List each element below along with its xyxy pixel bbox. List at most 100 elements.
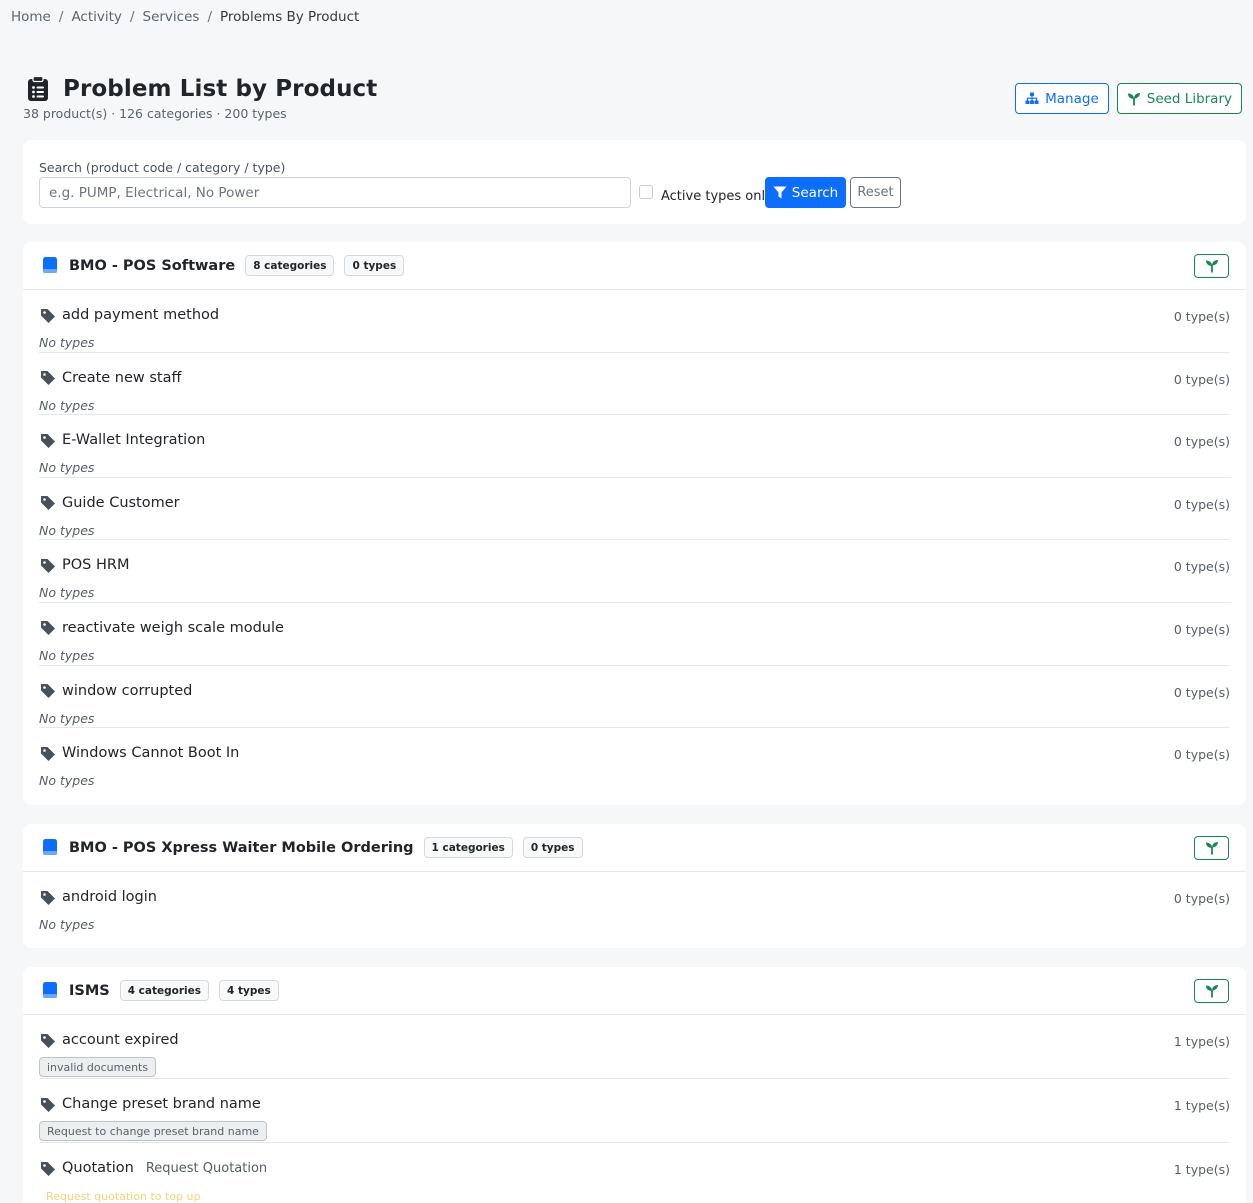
type-pill[interactable]: invalid documents xyxy=(39,1057,157,1077)
breadcrumb-separator: / xyxy=(129,9,135,25)
type-pill[interactable]: Request quotation to top up xyxy=(39,1186,208,1203)
product-name: BMO - POS Software xyxy=(69,257,236,274)
no-types-text: No types xyxy=(39,647,95,663)
breadcrumb: Home / Activity / Services / Problems By… xyxy=(11,9,359,25)
no-types-text: No types xyxy=(39,773,95,789)
tag-icon xyxy=(41,496,55,511)
category-item: Quotation Request Quotation 1 type(s) Re… xyxy=(39,1143,1230,1203)
product-seed-button[interactable] xyxy=(1194,979,1229,1003)
page-header: Problem List by Product 38 product(s) · … xyxy=(23,76,1242,121)
tag-icon xyxy=(41,371,55,386)
no-types-text: No types xyxy=(39,460,95,476)
no-types-text: No types xyxy=(39,522,95,538)
category-type-count: 0 type(s) xyxy=(1173,621,1230,637)
category-description: Request Quotation xyxy=(145,1160,268,1176)
category-item: Windows Cannot Boot In 0 type(s) No type… xyxy=(39,728,1230,791)
manage-button-label: Manage xyxy=(1045,90,1099,107)
tag-icon xyxy=(41,1097,55,1112)
category-name: account expired xyxy=(62,1032,179,1048)
tag-icon xyxy=(41,684,55,699)
book-icon xyxy=(43,981,57,998)
breadcrumb-services[interactable]: Services xyxy=(143,9,200,25)
category-item: Change preset brand name 1 type(s) Reque… xyxy=(39,1079,1230,1143)
category-item: Create new staff 0 type(s) No types xyxy=(39,353,1230,416)
product-header: BMO - POS Xpress Waiter Mobile Ordering … xyxy=(23,824,1246,872)
category-type-count: 0 type(s) xyxy=(1173,891,1230,906)
types-badge: 0 types xyxy=(344,255,405,276)
seedling-icon xyxy=(1205,260,1218,273)
category-type-count: 0 type(s) xyxy=(1173,684,1230,700)
sitemap-icon xyxy=(1025,92,1039,104)
category-item: Guide Customer 0 type(s) No types xyxy=(39,478,1230,541)
page-title: Problem List by Product xyxy=(63,76,378,102)
search-label: Search (product code / category / type) xyxy=(39,160,286,175)
active-types-filter[interactable]: Active types only xyxy=(639,184,773,204)
product-seed-button[interactable] xyxy=(1194,254,1229,278)
category-name: reactivate weigh scale module xyxy=(62,619,284,636)
breadcrumb-separator: / xyxy=(207,9,212,25)
category-item: E-Wallet Integration 0 type(s) No types xyxy=(39,415,1230,478)
search-panel: Search (product code / category / type) … xyxy=(23,140,1246,224)
seed-library-button[interactable]: Seed Library xyxy=(1116,83,1242,114)
category-name: Guide Customer xyxy=(62,494,180,511)
product-header: ISMS 4 categories 4 types xyxy=(23,967,1246,1015)
category-type-count: 0 type(s) xyxy=(1173,434,1230,450)
category-name: POS HRM xyxy=(62,557,130,574)
category-list: android login 0 type(s) No types xyxy=(23,872,1246,935)
product-name: ISMS xyxy=(69,982,110,999)
category-type-count: 0 type(s) xyxy=(1173,496,1230,512)
book-icon xyxy=(43,838,57,855)
product-card: BMO - POS Xpress Waiter Mobile Ordering … xyxy=(23,824,1246,948)
type-pill[interactable]: Request to change preset brand name xyxy=(39,1121,267,1141)
category-list: add payment method 0 type(s) No types Cr… xyxy=(23,290,1246,791)
manage-button[interactable]: Manage xyxy=(1015,83,1109,114)
breadcrumb-home[interactable]: Home xyxy=(11,9,51,25)
category-item: POS HRM 0 type(s) No types xyxy=(39,540,1230,603)
category-type-count: 0 type(s) xyxy=(1173,559,1230,575)
category-type-count: 0 type(s) xyxy=(1173,747,1230,763)
seedling-icon xyxy=(1205,985,1218,998)
category-list: account expired 1 type(s) invalid docume… xyxy=(23,1015,1246,1203)
active-types-checkbox[interactable] xyxy=(639,184,653,199)
category-name: E-Wallet Integration xyxy=(62,432,206,449)
category-name: Windows Cannot Boot In xyxy=(62,745,240,762)
categories-badge: 4 categories xyxy=(119,980,210,1001)
product-seed-button[interactable] xyxy=(1194,836,1229,860)
category-type-count: 0 type(s) xyxy=(1173,371,1230,387)
category-type-count: 1 type(s) xyxy=(1173,1162,1230,1177)
active-types-label: Active types only xyxy=(661,189,773,204)
search-button[interactable]: Search xyxy=(765,177,846,208)
no-types-text: No types xyxy=(39,335,95,350)
tag-icon xyxy=(41,558,55,573)
category-type-count: 1 type(s) xyxy=(1173,1098,1230,1113)
tag-icon xyxy=(41,746,55,761)
seedling-icon xyxy=(1127,92,1140,105)
tag-icon xyxy=(41,1161,55,1176)
no-types-text: No types xyxy=(39,710,95,726)
category-type-count: 1 type(s) xyxy=(1173,1034,1230,1049)
book-icon xyxy=(43,256,57,273)
categories-badge: 8 categories xyxy=(245,255,335,276)
types-badge: 4 types xyxy=(219,980,279,1001)
breadcrumb-activity[interactable]: Activity xyxy=(71,9,122,25)
product-card: BMO - POS Software 8 categories 0 types … xyxy=(23,242,1246,805)
search-input[interactable] xyxy=(39,177,631,208)
product-header: BMO - POS Software 8 categories 0 types xyxy=(23,242,1246,290)
category-name: add payment method xyxy=(62,307,220,323)
seed-library-button-label: Seed Library xyxy=(1146,90,1232,107)
category-name: Quotation xyxy=(62,1160,134,1176)
product-card: ISMS 4 categories 4 types account expire… xyxy=(23,967,1246,1203)
category-type-count: 0 type(s) xyxy=(1173,309,1230,324)
tag-icon xyxy=(41,433,55,448)
category-item: reactivate weigh scale module 0 type(s) … xyxy=(39,603,1230,666)
product-name: BMO - POS Xpress Waiter Mobile Ordering xyxy=(69,839,414,856)
category-item: account expired 1 type(s) invalid docume… xyxy=(39,1015,1230,1079)
category-name: window corrupted xyxy=(62,682,193,699)
category-item: window corrupted 0 type(s) No types xyxy=(39,666,1230,729)
no-types-text: No types xyxy=(39,917,95,932)
category-item: add payment method 0 type(s) No types xyxy=(39,290,1230,353)
categories-badge: 1 categories xyxy=(423,837,513,858)
no-types-text: No types xyxy=(39,397,95,413)
no-types-text: No types xyxy=(39,585,95,601)
reset-button[interactable]: Reset xyxy=(850,177,901,208)
